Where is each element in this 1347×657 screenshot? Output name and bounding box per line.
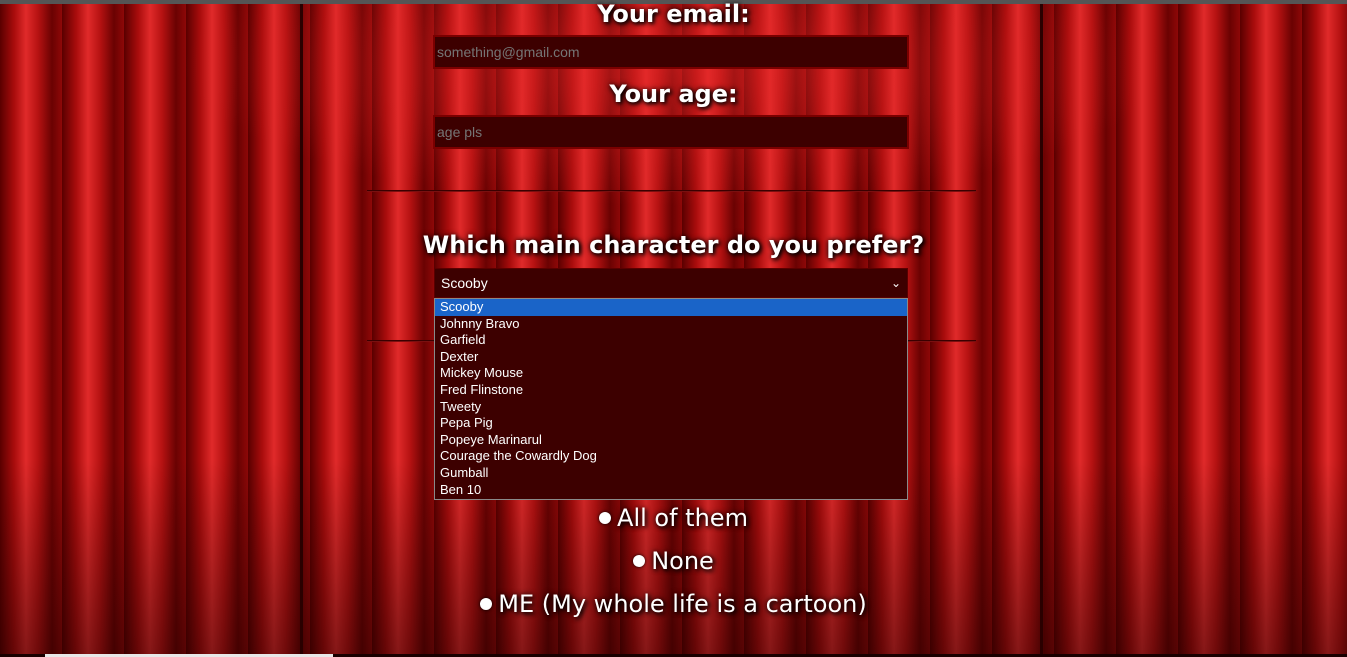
chevron-down-icon: ⌄: [890, 276, 901, 290]
radio-label: ME (My whole life is a cartoon): [498, 590, 867, 618]
dropdown-option[interactable]: Courage the Cowardly Dog: [435, 448, 907, 465]
age-label: Your age:: [609, 80, 738, 108]
dropdown-option[interactable]: Ben 10: [435, 482, 907, 499]
radio-button[interactable]: [633, 555, 646, 567]
dropdown-option[interactable]: Johnny Bravo: [435, 316, 907, 333]
character-dropdown-list[interactable]: Scooby Johnny Bravo Garfield Dexter Mick…: [434, 298, 908, 500]
radio-button[interactable]: [599, 512, 612, 524]
age-field[interactable]: [433, 115, 909, 149]
email-label: Your email:: [597, 0, 750, 28]
radio-option-me[interactable]: ME (My whole life is a cartoon): [0, 589, 1347, 618]
dropdown-option[interactable]: Gumball: [435, 465, 907, 482]
character-select[interactable]: Scooby ⌄: [434, 268, 908, 298]
email-field[interactable]: [433, 35, 909, 69]
dropdown-option[interactable]: Popeye Marinarul: [435, 432, 907, 449]
dropdown-option[interactable]: Dexter: [435, 349, 907, 366]
dropdown-option[interactable]: Pepa Pig: [435, 415, 907, 432]
dropdown-option[interactable]: Fred Flinstone: [435, 382, 907, 399]
divider: [367, 190, 976, 191]
radio-option-all[interactable]: All of them: [0, 503, 1347, 532]
character-question: Which main character do you prefer?: [422, 231, 925, 259]
radio-button[interactable]: [480, 598, 493, 610]
dropdown-option[interactable]: Mickey Mouse: [435, 365, 907, 382]
radio-label: All of them: [617, 504, 748, 532]
character-select-value: Scooby: [441, 275, 488, 291]
dropdown-option[interactable]: Garfield: [435, 332, 907, 349]
dropdown-option[interactable]: Scooby: [435, 299, 907, 316]
dropdown-option[interactable]: Tweety: [435, 399, 907, 416]
radio-option-none[interactable]: None: [0, 546, 1347, 575]
radio-label: None: [651, 547, 714, 575]
